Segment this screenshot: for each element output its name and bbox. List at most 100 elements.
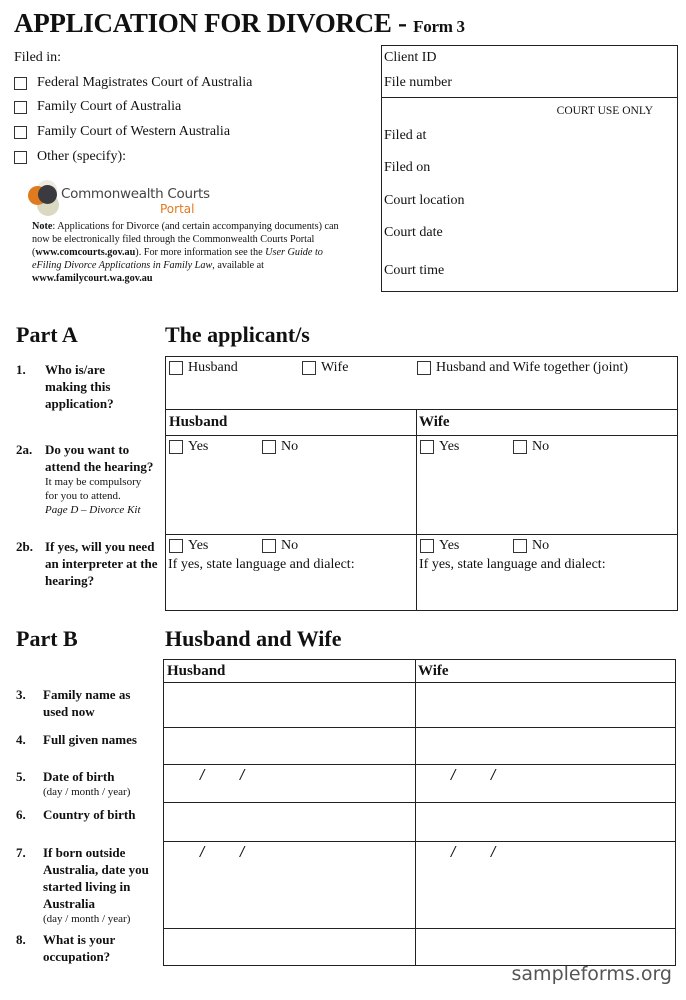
- wife-arrival-date-field[interactable]: / /: [416, 842, 674, 928]
- option-label: No: [532, 538, 550, 553]
- part-a-label: Part A: [16, 322, 78, 347]
- checkbox[interactable]: [417, 361, 431, 375]
- checkbox[interactable]: [262, 539, 276, 553]
- court-option-federal-magistrates[interactable]: Federal Magistrates Court of Australia: [14, 75, 252, 91]
- form-title: APPLICATION FOR DIVORCE - Form 3: [14, 8, 465, 39]
- checkbox[interactable]: [169, 440, 183, 454]
- sampleforms-watermark: sampleforms.org: [511, 963, 672, 985]
- question-number: 8.: [16, 932, 26, 947]
- divider: [416, 409, 417, 610]
- comcourts-link[interactable]: www.comcourts.gov.au: [35, 247, 135, 258]
- option-label: Wife: [321, 360, 349, 375]
- date-separator: /: [200, 845, 205, 860]
- form-title-text: APPLICATION FOR DIVORCE -: [14, 8, 414, 38]
- question-number: 4.: [16, 732, 26, 747]
- date-separator: /: [451, 845, 456, 860]
- divider: [166, 435, 677, 436]
- husband-family-name-field[interactable]: [164, 683, 415, 727]
- checkbox[interactable]: [14, 76, 27, 90]
- question-text: Family name as used now: [43, 687, 131, 719]
- applicant-option-joint[interactable]: Husband and Wife together (joint): [417, 360, 628, 376]
- applicant-option-wife[interactable]: Wife: [302, 360, 348, 376]
- question-text: Full given names: [43, 732, 137, 747]
- filed-at-label: Filed at: [384, 128, 427, 143]
- file-number-label: File number: [384, 75, 453, 90]
- checkbox[interactable]: [420, 440, 434, 454]
- husband-language-field[interactable]: If yes, state language and dialect:: [168, 557, 355, 573]
- checkbox[interactable]: [302, 361, 316, 375]
- husband-attend-yes[interactable]: Yes: [169, 439, 208, 455]
- question-number: 3.: [16, 687, 26, 702]
- husband-given-names-field[interactable]: [164, 728, 415, 764]
- question-hint: (day / month / year): [43, 913, 131, 925]
- question-text: Date of birth: [43, 769, 115, 784]
- date-separator: /: [451, 768, 456, 783]
- question-number: 2a.: [16, 442, 33, 457]
- logo-circle-icon: [38, 185, 57, 204]
- wife-interpreter-no[interactable]: No: [513, 538, 549, 554]
- court-option-family-court-wa[interactable]: Family Court of Western Australia: [14, 124, 230, 140]
- husband-attend-no[interactable]: No: [262, 439, 298, 455]
- checkbox[interactable]: [513, 539, 527, 553]
- column-header-husband: Husband: [169, 414, 228, 430]
- court-option-label: Family Court of Western Australia: [37, 124, 231, 139]
- checkbox[interactable]: [420, 539, 434, 553]
- question-number: 6.: [16, 807, 26, 822]
- question-text: Do you want to attend the hearing?: [45, 442, 154, 474]
- wife-attend-no[interactable]: No: [513, 439, 549, 455]
- wife-given-names-field[interactable]: [416, 728, 674, 764]
- husband-occupation-field[interactable]: [164, 929, 415, 964]
- part-b-table: Husband Wife / / / / / / / /: [163, 659, 676, 966]
- note-text: ). For more information see the: [135, 247, 266, 258]
- question-hint: It may be compulsory for you to attend.: [45, 476, 142, 502]
- husband-interpreter-yes[interactable]: Yes: [169, 538, 208, 554]
- note-prefix: Note: [32, 221, 53, 232]
- checkbox[interactable]: [14, 125, 27, 139]
- option-label: Yes: [439, 538, 460, 553]
- part-a-title: The applicant/s: [165, 322, 310, 347]
- checkbox[interactable]: [14, 100, 27, 114]
- question-text: What is your occupation?: [43, 932, 115, 964]
- court-time-label: Court time: [384, 263, 445, 278]
- court-option-other[interactable]: Other (specify):: [14, 149, 126, 165]
- husband-date-of-birth-field[interactable]: / /: [164, 765, 415, 802]
- court-use-only-label: COURT USE ONLY: [556, 105, 653, 117]
- checkbox[interactable]: [14, 150, 27, 164]
- column-header-wife: Wife: [418, 663, 449, 679]
- part-b-title: Husband and Wife: [165, 626, 342, 651]
- court-option-label: Other (specify):: [37, 149, 127, 164]
- husband-country-of-birth-field[interactable]: [164, 803, 415, 841]
- court-option-label: Federal Magistrates Court of Australia: [37, 75, 253, 90]
- wife-occupation-field[interactable]: [416, 929, 674, 964]
- court-option-family-court-australia[interactable]: Family Court of Australia: [14, 99, 181, 115]
- column-header-wife: Wife: [419, 414, 450, 430]
- checkbox[interactable]: [513, 440, 527, 454]
- checkbox[interactable]: [169, 361, 183, 375]
- wife-country-of-birth-field[interactable]: [416, 803, 674, 841]
- wife-family-name-field[interactable]: [416, 683, 674, 727]
- wife-date-of-birth-field[interactable]: / /: [416, 765, 674, 802]
- option-label: Yes: [188, 538, 209, 553]
- wife-interpreter-yes[interactable]: Yes: [420, 538, 459, 554]
- husband-interpreter-no[interactable]: No: [262, 538, 298, 554]
- court-use-box: Client ID File number COURT USE ONLY Fil…: [381, 45, 678, 292]
- divider: [166, 534, 677, 535]
- option-label: Yes: [188, 439, 209, 454]
- note-text: , available at: [212, 260, 265, 271]
- date-separator: /: [200, 768, 205, 783]
- checkbox[interactable]: [169, 539, 183, 553]
- wife-language-field[interactable]: If yes, state language and dialect:: [419, 557, 606, 573]
- option-label: Husband and Wife together (joint): [436, 360, 629, 375]
- checkbox[interactable]: [262, 440, 276, 454]
- date-separator: /: [240, 768, 245, 783]
- filed-on-label: Filed on: [384, 160, 431, 175]
- husband-arrival-date-field[interactable]: / /: [164, 842, 415, 928]
- commonwealth-courts-portal-logo: Commonwealth Courts Portal: [28, 180, 210, 218]
- question-text: If yes, will you need an interpreter at …: [45, 539, 158, 588]
- date-separator: /: [491, 768, 496, 783]
- familycourt-link[interactable]: www.familycourt.wa.gov.au: [32, 273, 153, 284]
- wife-attend-yes[interactable]: Yes: [420, 439, 459, 455]
- column-header-husband: Husband: [167, 663, 226, 679]
- applicant-option-husband[interactable]: Husband: [169, 360, 238, 376]
- option-label: Yes: [439, 439, 460, 454]
